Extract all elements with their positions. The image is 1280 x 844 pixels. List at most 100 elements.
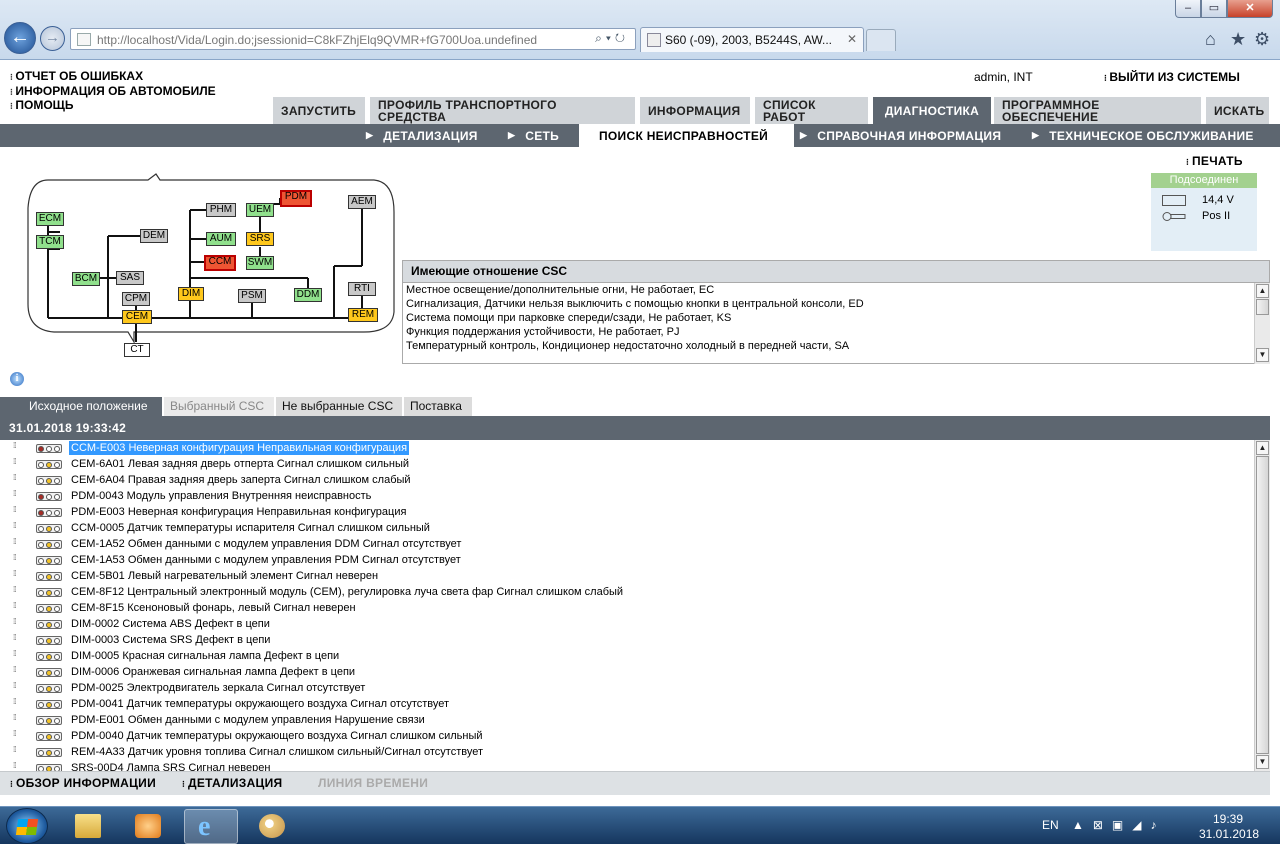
dtc-row[interactable]: ⁞⁞ DIM-0005 Красная сигнальная лампа Дефе…	[0, 648, 1254, 664]
drag-handle-icon[interactable]: ⁞⁞	[13, 746, 21, 757]
taskbar-explorer[interactable]	[62, 809, 116, 844]
gear-icon[interactable]: ⚙	[1254, 29, 1270, 50]
tab-delivery[interactable]: Поставка	[404, 397, 472, 416]
drag-handle-icon[interactable]: ⁞⁞	[13, 618, 21, 629]
ecu-dem[interactable]: DEM	[140, 229, 168, 243]
tab-diagnostics[interactable]: ДИАГНОСТИКА	[873, 97, 992, 124]
ecu-pdm[interactable]: PDM	[280, 190, 312, 207]
ecu-dim[interactable]: DIM	[178, 287, 204, 301]
dtc-row[interactable]: ⁞⁞ CCM-E003 Неверная конфигурация Неправи…	[0, 440, 1254, 456]
dtc-text[interactable]: CCM-E003 Неверная конфигурация Неправиль…	[69, 441, 410, 455]
clock-date[interactable]: 31.01.2018	[1199, 827, 1259, 841]
dtc-row[interactable]: ⁞⁞ PDM-0025 Электродвигатель зеркала Сигн…	[0, 680, 1254, 696]
csc-scrollbar[interactable]: ▲ ▼	[1254, 283, 1270, 364]
dtc-text[interactable]: PDM-E003 Неверная конфигурация Неправиль…	[69, 505, 408, 519]
details-link[interactable]: ДЕТАЛИЗАЦИЯ	[182, 776, 282, 790]
scroll-thumb[interactable]	[1256, 456, 1269, 754]
ecu-uem[interactable]: UEM	[246, 203, 274, 217]
address-controls-icon[interactable]: ⌕▾↻	[595, 31, 629, 46]
home-icon[interactable]: ⌂	[1205, 29, 1216, 50]
dtc-text[interactable]: CEM-8F15 Ксеноновый фонарь, левый Сигнал…	[69, 601, 358, 615]
subtab-reference[interactable]: ▶ СПРАВОЧНАЯ ИНФОРМАЦИЯ	[800, 124, 1001, 147]
ecu-psm[interactable]: PSM	[238, 289, 266, 303]
csc-item[interactable]: Местное освещение/дополнительные огни, Н…	[406, 283, 864, 297]
subtab-maintenance[interactable]: ▶ ТЕХНИЧЕСКОЕ ОБСЛУЖИВАНИЕ	[1032, 124, 1254, 147]
clock-time[interactable]: 19:39	[1213, 812, 1243, 826]
dtc-text[interactable]: PDM-0041 Датчик температуры окружающего …	[69, 697, 451, 711]
scroll-up-icon[interactable]: ▲	[1256, 284, 1269, 298]
ecu-rem[interactable]: REM	[348, 308, 378, 322]
dtc-text[interactable]: DIM-0003 Система SRS Дефект в цепи	[69, 633, 272, 647]
drag-handle-icon[interactable]: ⁞⁞	[13, 602, 21, 613]
dtc-text[interactable]: PDM-E001 Обмен данными с модулем управле…	[69, 713, 427, 727]
dtc-row[interactable]: ⁞⁞ CEM-8F12 Центральный электронный модул…	[0, 584, 1254, 600]
drag-handle-icon[interactable]: ⁞⁞	[13, 730, 21, 741]
drag-handle-icon[interactable]: ⁞⁞	[13, 714, 21, 725]
dtc-row[interactable]: ⁞⁞ SRS-00D4 Лампа SRS Сигнал неверен	[0, 760, 1254, 771]
dtc-text[interactable]: PDM-0025 Электродвигатель зеркала Сигнал…	[69, 681, 367, 695]
dtc-scrollbar[interactable]: ▲ ▼	[1254, 440, 1270, 771]
drag-handle-icon[interactable]: ⁞⁞	[13, 522, 21, 533]
dtc-row[interactable]: ⁞⁞ DIM-0006 Оранжевая сигнальная лампа Де…	[0, 664, 1254, 680]
taskbar-media-player[interactable]	[122, 809, 176, 844]
tab-close-icon[interactable]: ✕	[847, 32, 857, 46]
dtc-row[interactable]: ⁞⁞ CEM-6A04 Правая задняя дверь заперта С…	[0, 472, 1254, 488]
start-button[interactable]	[6, 808, 48, 844]
tab-software[interactable]: ПРОГРАММНОЕ ОБЕСПЕЧЕНИЕ	[994, 97, 1202, 124]
drag-handle-icon[interactable]: ⁞⁞	[13, 554, 21, 565]
ecu-srs[interactable]: SRS	[246, 232, 274, 246]
address-url[interactable]: http://localhost/Vida/Login.do;jsessioni…	[97, 33, 537, 47]
csc-item[interactable]: Сигнализация, Датчики нельзя выключить с…	[406, 297, 864, 311]
dtc-row[interactable]: ⁞⁞ PDM-0043 Модуль управления Внутренняя …	[0, 488, 1254, 504]
csc-item[interactable]: Функция поддержания устойчивости, Не раб…	[406, 325, 864, 339]
print-link[interactable]: ПЕЧАТЬ	[1186, 154, 1243, 168]
drag-handle-icon[interactable]: ⁞⁞	[13, 538, 21, 549]
tab-search[interactable]: ИСКАТЬ	[1206, 97, 1270, 124]
dtc-row[interactable]: ⁞⁞ CEM-1A52 Обмен данными с модулем управ…	[0, 536, 1254, 552]
taskbar-internet-explorer[interactable]: e	[184, 809, 238, 844]
subtab-fault-tracing[interactable]: ПОИСК НЕИСПРАВНОСТЕЙ	[579, 124, 794, 147]
new-tab-button[interactable]	[866, 29, 896, 51]
dtc-row[interactable]: ⁞⁞ PDM-0040 Датчик температуры окружающег…	[0, 728, 1254, 744]
dtc-text[interactable]: CEM-6A01 Левая задняя дверь отперта Сигн…	[69, 457, 411, 471]
drag-handle-icon[interactable]: ⁞⁞	[13, 634, 21, 645]
dtc-row[interactable]: ⁞⁞ CEM-6A01 Левая задняя дверь отперта Си…	[0, 456, 1254, 472]
drag-handle-icon[interactable]: ⁞⁞	[13, 490, 21, 501]
vehicle-info-link[interactable]: ИНФОРМАЦИЯ ОБ АВТОМОБИЛЕ	[10, 84, 215, 100]
ecu-ct[interactable]: CT	[124, 343, 150, 357]
drag-handle-icon[interactable]: ⁞⁞	[13, 506, 21, 517]
logout-link[interactable]: ВЫЙТИ ИЗ СИСТЕМЫ	[1104, 70, 1240, 84]
scroll-up-icon[interactable]: ▲	[1256, 441, 1269, 455]
drag-handle-icon[interactable]: ⁞⁞	[13, 458, 21, 469]
drag-handle-icon[interactable]: ⁞⁞	[13, 570, 21, 581]
dtc-row[interactable]: ⁞⁞ CEM-5B01 Левый нагревательный элемент …	[0, 568, 1254, 584]
dtc-text[interactable]: CEM-1A53 Обмен данными с модулем управле…	[69, 553, 463, 567]
scroll-thumb[interactable]	[1256, 299, 1269, 315]
help-link[interactable]: ПОМОЩЬ	[10, 98, 216, 114]
dtc-text[interactable]: PDM-0040 Датчик температуры окружающего …	[69, 729, 485, 743]
dtc-text[interactable]: CEM-8F12 Центральный электронный модуль …	[69, 585, 625, 599]
dtc-row[interactable]: ⁞⁞ CEM-1A53 Обмен данными с модулем управ…	[0, 552, 1254, 568]
scroll-down-icon[interactable]: ▼	[1256, 348, 1269, 362]
tab-not-selected-csc[interactable]: Не выбранные CSC	[276, 397, 402, 416]
dtc-row[interactable]: ⁞⁞ CEM-8F15 Ксеноновый фонарь, левый Сигн…	[0, 600, 1254, 616]
subtab-details[interactable]: ▶ ДЕТАЛИЗАЦИЯ	[366, 124, 478, 147]
dtc-text[interactable]: PDM-0043 Модуль управления Внутренняя не…	[69, 489, 373, 503]
dtc-row[interactable]: ⁞⁞ PDM-0041 Датчик температуры окружающег…	[0, 696, 1254, 712]
ecu-aum[interactable]: AUM	[206, 232, 236, 246]
ecu-rti[interactable]: RTI	[348, 282, 376, 296]
ecu-tcm[interactable]: TCM	[36, 235, 64, 249]
dtc-text[interactable]: CEM-6A04 Правая задняя дверь заперта Сиг…	[69, 473, 413, 487]
tab-selected-csc[interactable]: Выбранный CSC	[164, 397, 274, 416]
address-bar[interactable]: http://localhost/Vida/Login.do;jsessioni…	[70, 28, 636, 50]
csc-item[interactable]: Температурный контроль, Кондиционер недо…	[406, 339, 864, 353]
info-icon[interactable]: i	[10, 372, 24, 386]
ecu-swm[interactable]: SWM	[246, 256, 274, 270]
drag-handle-icon[interactable]: ⁞⁞	[13, 698, 21, 709]
dtc-row[interactable]: ⁞⁞ CCM-0005 Датчик температуры испарителя…	[0, 520, 1254, 536]
browser-tab[interactable]: S60 (-09), 2003, B5244S, AW... ✕	[640, 27, 864, 52]
ecu-phm[interactable]: PHM	[206, 203, 236, 217]
error-report-link[interactable]: ОТЧЕТ ОБ ОШИБКАХ	[10, 69, 216, 85]
scroll-down-icon[interactable]: ▼	[1256, 755, 1269, 769]
ecu-aem[interactable]: AEM	[348, 195, 376, 209]
